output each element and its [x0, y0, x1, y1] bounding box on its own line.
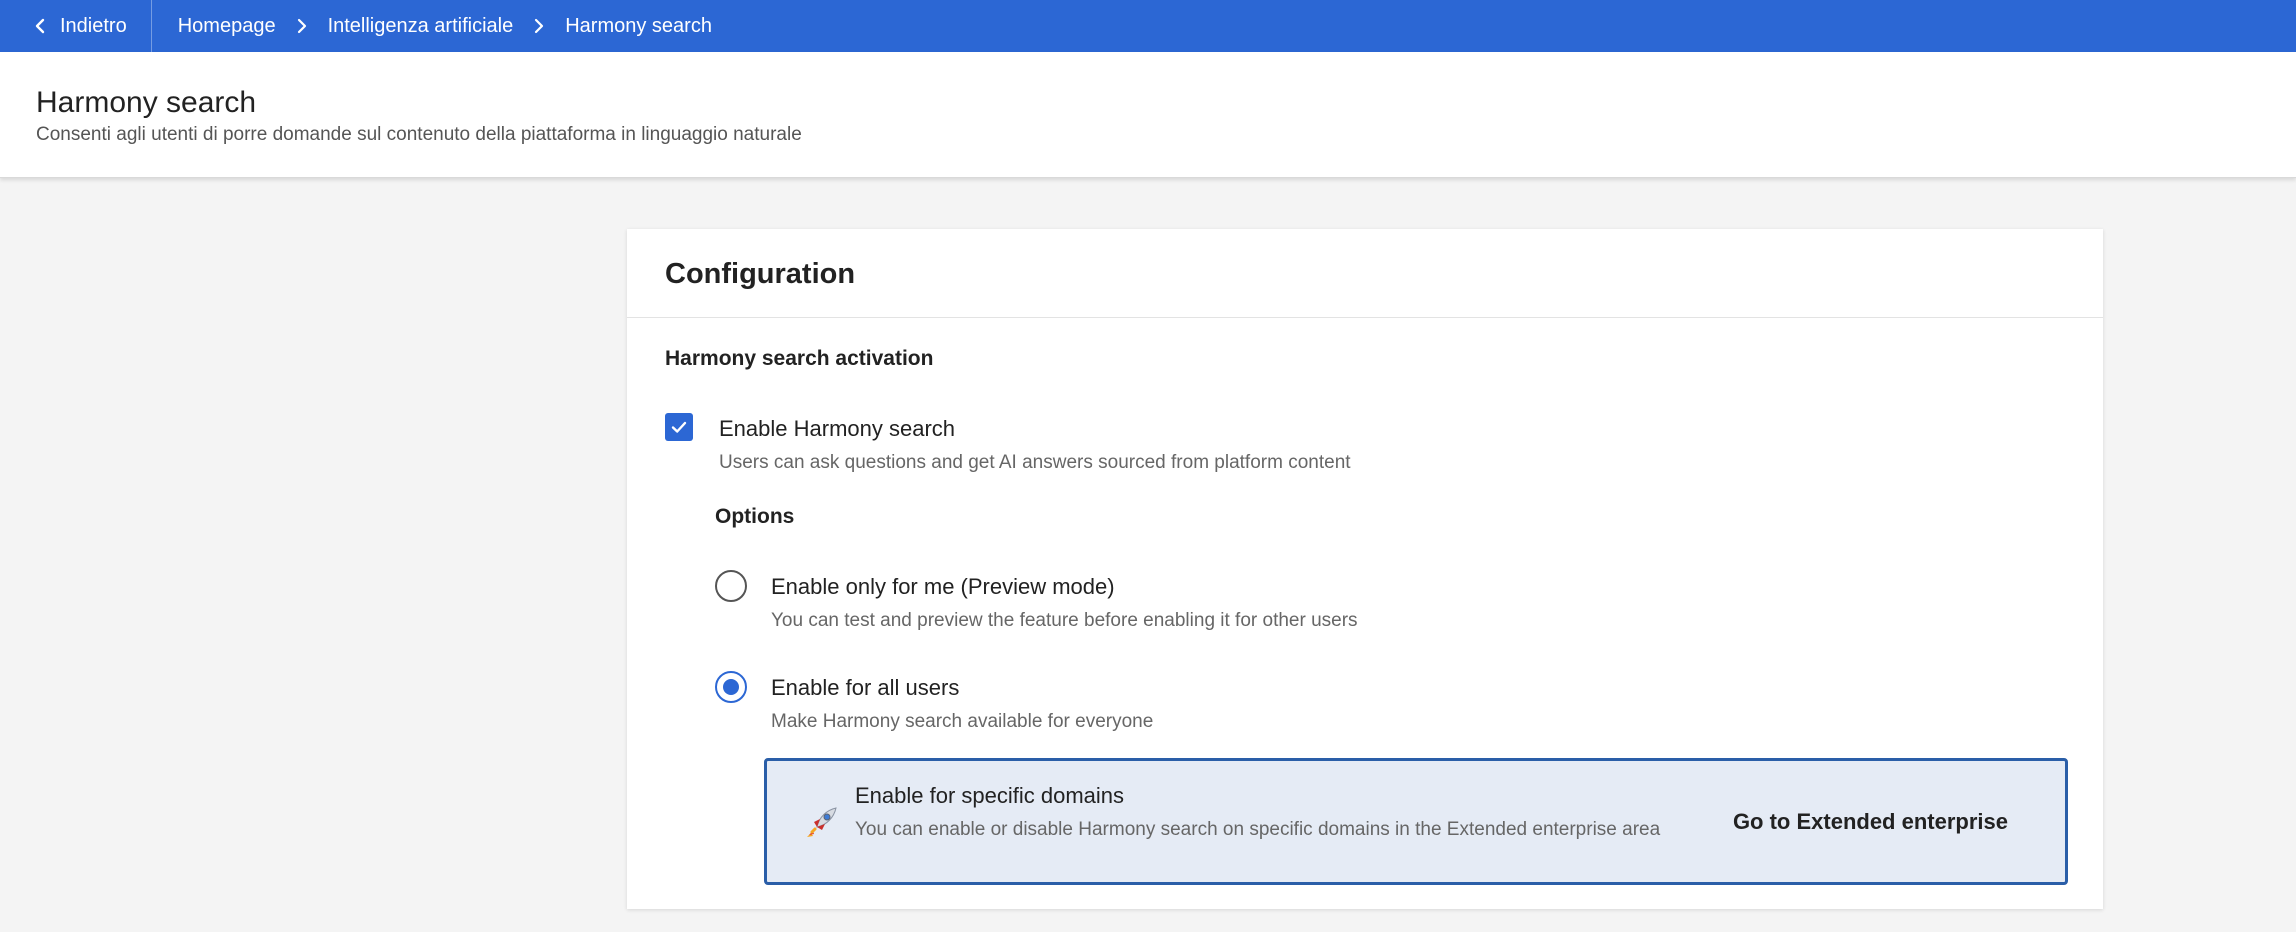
- back-label: Indietro: [60, 14, 127, 37]
- specific-domains-banner: Enable for specific domains You can enab…: [764, 758, 2068, 885]
- radio-all-users[interactable]: [715, 671, 747, 703]
- specific-domains-description: You can enable or disable Harmony search…: [855, 819, 1661, 840]
- breadcrumb-intelligenza-artificiale[interactable]: Intelligenza artificiale: [328, 15, 514, 38]
- chevron-right-icon: [297, 18, 306, 34]
- top-navigation-bar: Indietro Homepage Intelligenza artificia…: [0, 0, 2296, 52]
- option-preview-mode-label[interactable]: Enable only for me (Preview mode): [771, 574, 1115, 600]
- section-title: Harmony search activation: [665, 347, 934, 370]
- checkmark-icon: [671, 421, 687, 433]
- page-header: Harmony search Consenti agli utenti di p…: [0, 52, 2296, 178]
- card-divider: [627, 317, 2103, 318]
- option-all-users-description: Make Harmony search available for everyo…: [771, 711, 1154, 732]
- specific-domains-title: Enable for specific domains: [855, 783, 1125, 808]
- chevron-left-icon: [35, 18, 45, 34]
- radio-preview-mode[interactable]: [715, 570, 747, 602]
- option-all-users-label[interactable]: Enable for all users: [771, 675, 959, 701]
- page-title: Harmony search: [36, 86, 257, 119]
- go-to-extended-enterprise-link[interactable]: Go to Extended enterprise: [1733, 809, 2008, 835]
- breadcrumb-homepage[interactable]: Homepage: [178, 15, 276, 38]
- page-subtitle: Consenti agli utenti di porre domande su…: [36, 124, 802, 145]
- back-button[interactable]: Indietro: [0, 0, 152, 52]
- enable-harmony-search-description: Users can ask questions and get AI answe…: [719, 452, 1351, 473]
- enable-harmony-search-checkbox[interactable]: [665, 413, 693, 441]
- configuration-card: Configuration Harmony search activation …: [627, 229, 2103, 909]
- option-preview-mode-description: You can test and preview the feature bef…: [771, 610, 1358, 631]
- card-title: Configuration: [665, 258, 856, 290]
- breadcrumb-harmony-search: Harmony search: [565, 14, 712, 37]
- breadcrumb: Homepage Intelligenza artificiale Harmon…: [152, 15, 712, 38]
- enable-harmony-search-label[interactable]: Enable Harmony search: [719, 416, 955, 442]
- rocket-icon: [807, 807, 837, 837]
- options-title: Options: [715, 505, 795, 528]
- chevron-right-icon: [535, 18, 544, 34]
